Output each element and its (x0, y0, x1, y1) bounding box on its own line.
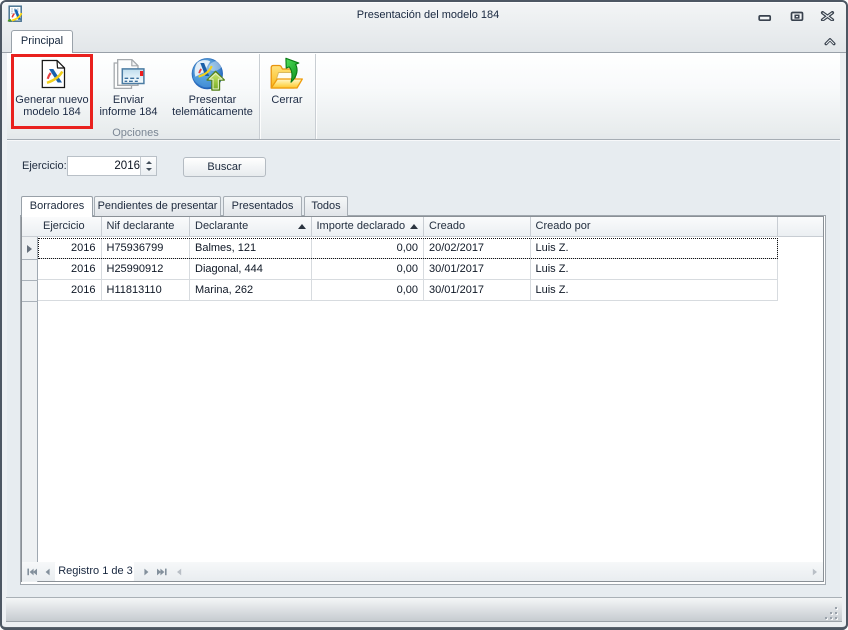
button-label-line: Cerrar (271, 94, 302, 106)
button-label-line: Presentar (189, 94, 237, 106)
cell-importe[interactable]: 0,00 (312, 259, 425, 280)
button-label-line: telemáticamente (172, 106, 253, 118)
hscroll-right-icon[interactable] (812, 568, 818, 576)
cell-nif[interactable]: H11813110 (102, 280, 191, 301)
focused-row-arrow-icon (27, 245, 32, 253)
cell-ejercicio[interactable]: 2016 (38, 280, 102, 301)
data-grid: Ejercicio Nif declarante Declarante Impo… (21, 216, 824, 582)
app-icon (6, 5, 25, 24)
indicator-separator (22, 259, 38, 260)
nav-last-icon[interactable] (157, 568, 167, 576)
maximize-icon[interactable] (790, 11, 804, 22)
nav-next-icon[interactable] (144, 568, 149, 576)
cell-importe[interactable]: 0,00 (312, 280, 425, 301)
tab-presentados[interactable]: Presentados (223, 196, 302, 216)
cerrar-button[interactable]: Cerrar (261, 54, 313, 130)
column-header-nif-declarante[interactable]: Nif declarante (102, 217, 191, 237)
grip-dot (830, 612, 832, 614)
ejercicio-label: Ejercicio: (22, 159, 67, 173)
column-header-creado-por[interactable]: Creado por (531, 217, 778, 237)
nav-first-icon[interactable] (27, 568, 37, 576)
tab-pendientes[interactable]: Pendientes de presentar (94, 196, 221, 216)
enviar-informe-button[interactable]: Enviarinforme 184 (91, 54, 166, 130)
app-window: Presentación del modelo 184 Principal (0, 0, 848, 630)
form-client-area: Ejercicio: 2016 Buscar Borradores Pendie… (7, 141, 840, 597)
window-title: Presentación del modelo 184 (6, 9, 848, 21)
column-header-creado[interactable]: Creado (424, 217, 531, 237)
column-header-importe-declarado[interactable]: Importe declarado (312, 217, 425, 237)
annotation-highlight (11, 54, 93, 130)
grip-dot (835, 607, 837, 609)
title-bar: Presentación del modelo 184 (2, 2, 846, 53)
ribbon-content: Generar nuevomodelo 184 Enviarinforme 18… (7, 53, 840, 140)
indicator-separator (22, 301, 38, 302)
cell-ejercicio[interactable]: 2016 (38, 259, 102, 280)
spin-buttons[interactable] (140, 157, 156, 175)
spin-up-icon[interactable] (146, 161, 152, 164)
grip-dot (835, 612, 837, 614)
minimize-icon[interactable] (758, 13, 772, 23)
cell-declarante[interactable]: Diagonal, 444 (190, 259, 312, 280)
ejercicio-spin-edit[interactable]: 2016 (67, 156, 157, 176)
sort-asc-icon (298, 224, 306, 229)
tab-todos[interactable]: Todos (304, 196, 348, 216)
cerrar-icon (269, 56, 305, 92)
grip-dot (825, 617, 827, 619)
hscroll-left-icon[interactable] (176, 568, 182, 576)
indicator-separator (22, 280, 38, 281)
cell-declarante[interactable]: Marina, 262 (190, 280, 312, 301)
grid-navigator-bar: Registro 1 de 3 (22, 562, 823, 582)
tab-page-borradores: Ejercicio Nif declarante Declarante Impo… (20, 215, 826, 585)
column-header-declarante[interactable]: Declarante (190, 217, 312, 237)
buscar-button[interactable]: Buscar (183, 157, 266, 177)
grid-row-indicator-column (22, 237, 38, 582)
column-header-ejercicio[interactable]: Ejercicio (38, 217, 102, 237)
tab-borradores[interactable]: Borradores (21, 196, 93, 217)
focused-row-outline (38, 238, 778, 260)
cell-creado-por[interactable]: Luis Z. (531, 280, 778, 301)
cell-nif[interactable]: H25990912 (102, 259, 191, 280)
enviar-informe-icon (111, 56, 147, 92)
nav-prev-icon[interactable] (45, 568, 50, 576)
button-label-line: informe 184 (99, 106, 157, 118)
close-icon[interactable] (820, 11, 835, 21)
cell-creado[interactable]: 30/01/2017 (424, 280, 531, 301)
ejercicio-value[interactable]: 2016 (80, 160, 140, 172)
sort-asc-icon (410, 224, 418, 229)
nav-record-text: Registro 1 de 3 (55, 562, 134, 581)
status-bar (6, 597, 842, 622)
spin-down-icon[interactable] (146, 168, 152, 171)
presentar-telematicamente-button[interactable]: Presentartelemáticamente (166, 54, 259, 130)
grip-dot (830, 617, 832, 619)
presentar-telematicamente-icon (190, 56, 228, 94)
cell-creado-por[interactable]: Luis Z. (531, 259, 778, 280)
column-header-empty (778, 217, 824, 237)
button-label: Cerrar (251, 94, 323, 106)
ribbon-tab-principal[interactable]: Principal (11, 30, 73, 53)
grip-dot (835, 617, 837, 619)
button-label-line: Enviar (113, 94, 144, 106)
collapse-ribbon-icon[interactable] (824, 37, 836, 46)
cell-creado[interactable]: 30/01/2017 (424, 259, 531, 280)
grid-header-row: Ejercicio Nif declarante Declarante Impo… (22, 217, 823, 237)
